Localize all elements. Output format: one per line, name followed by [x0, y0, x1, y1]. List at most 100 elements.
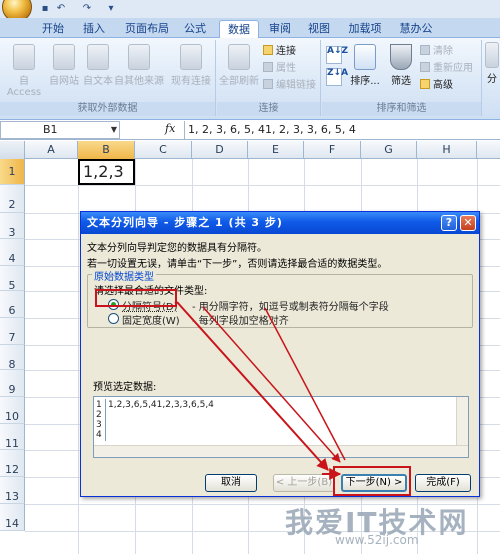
name-box-dropdown-icon[interactable]: ▼ — [111, 122, 117, 138]
preview-horizontal-scrollbar[interactable] — [94, 445, 468, 457]
tab-view[interactable]: 视图 — [306, 20, 332, 38]
radio-fixed-width[interactable] — [108, 313, 119, 324]
tab-review[interactable]: 审阅 — [267, 20, 293, 38]
close-button[interactable]: ✕ — [460, 215, 476, 231]
column-header[interactable]: A — [25, 141, 78, 159]
tab-page-layout[interactable]: 页面布局 — [122, 20, 172, 38]
ribbon-data: 自 Access 自网站 自文本 自其他来源 现有连接 获取外部数据 全部刷新 … — [0, 38, 500, 120]
text-to-columns-label: 分 — [487, 74, 497, 85]
row-header[interactable]: 11 — [0, 424, 25, 450]
group-get-external-data: 自 Access 自网站 自文本 自其他来源 现有连接 获取外部数据 — [0, 40, 216, 116]
from-web-button[interactable]: 自网站 — [46, 44, 82, 87]
annotation-box-next — [333, 466, 411, 496]
help-button[interactable]: ? — [441, 215, 457, 231]
data-preview[interactable]: 1 2 3 4 1,2,3,6,5,41,2,3,3,6,5,4 — [93, 396, 469, 458]
clear-icon — [420, 45, 430, 55]
row-header[interactable]: 2 — [0, 185, 25, 213]
from-text-label: 自文本 — [83, 76, 113, 87]
reapply-button[interactable]: 重新应用 — [420, 61, 473, 76]
formula-input[interactable]: 1, 2, 3, 6, 5, 41, 2, 3, 3, 6, 5, 4 — [184, 121, 500, 139]
tab-insert[interactable]: 插入 — [81, 20, 107, 38]
group-sort-filter: A↓Z Z↓A 排序... 筛选 清除 重新应用 高级 排序和筛选 — [322, 40, 482, 116]
advanced-button[interactable]: 高级 — [420, 78, 453, 93]
cell-b1[interactable]: 1,2,3 — [78, 159, 135, 185]
access-icon — [13, 44, 35, 70]
ribbon-tabs: 开始 插入 页面布局 公式 数据 审阅 视图 加载项 慧办公 — [0, 18, 500, 38]
preview-label: 预览选定数据: — [93, 382, 157, 393]
from-other-sources-label: 自其他来源 — [114, 76, 164, 87]
text-to-columns-icon — [485, 42, 499, 68]
properties-icon — [263, 62, 273, 72]
advanced-filter-icon — [420, 79, 430, 89]
tab-huibangong[interactable]: 慧办公 — [396, 20, 436, 38]
preview-vertical-scrollbar[interactable] — [456, 397, 468, 445]
row-header[interactable]: 5 — [0, 266, 25, 292]
customize-qat-icon[interactable]: ▾ — [104, 2, 118, 15]
tab-data[interactable]: 数据 — [219, 20, 259, 38]
row-header[interactable]: 9 — [0, 370, 25, 397]
row-header[interactable]: 6 — [0, 291, 25, 318]
dialog-message-1: 文本分列向导判定您的数据具有分隔符。 — [87, 243, 267, 254]
sort-ascending-button[interactable]: A↓Z — [326, 46, 348, 64]
sort-descending-button[interactable]: Z↓A — [326, 68, 348, 86]
row-header[interactable]: 12 — [0, 450, 25, 477]
sort-button[interactable]: 排序... — [346, 44, 384, 87]
row-header[interactable]: 13 — [0, 477, 25, 504]
from-other-sources-button[interactable]: 自其他来源 — [114, 44, 164, 87]
save-icon[interactable]: ▪ — [38, 2, 52, 15]
finish-button[interactable]: 完成(F) — [415, 474, 471, 492]
row-header[interactable]: 10 — [0, 397, 25, 424]
back-button[interactable]: < 上一步(B) — [273, 474, 335, 492]
group-label-sort-filter: 排序和筛选 — [322, 102, 481, 116]
column-header[interactable]: E — [248, 141, 304, 159]
watermark-url: www.52ij.com — [335, 533, 419, 547]
column-header[interactable]: G — [361, 141, 417, 159]
refresh-all-label: 全部刷新 — [219, 76, 259, 87]
row-header[interactable]: 4 — [0, 239, 25, 266]
existing-connections-button[interactable]: 现有连接 — [170, 44, 212, 87]
tab-home[interactable]: 开始 — [40, 20, 66, 38]
grid-line — [25, 185, 500, 186]
select-all-corner[interactable] — [0, 141, 25, 159]
group-connections: 全部刷新 连接 属性 编辑链接 连接 — [217, 40, 321, 116]
tab-addins[interactable]: 加载项 — [345, 20, 385, 38]
filter-button[interactable]: 筛选 — [384, 44, 418, 87]
preview-row-number: 1 — [96, 400, 102, 410]
tab-formulas[interactable]: 公式 — [182, 20, 208, 38]
insert-function-icon[interactable]: fx — [165, 122, 175, 135]
refresh-all-button[interactable]: 全部刷新 — [219, 44, 259, 87]
column-header[interactable]: D — [192, 141, 248, 159]
undo-icon[interactable]: ↶ — [54, 2, 68, 15]
row-header[interactable]: 3 — [0, 213, 25, 239]
name-box-value: B1 — [43, 123, 58, 136]
existing-connections-icon — [180, 44, 202, 70]
reapply-label: 重新应用 — [433, 63, 473, 74]
clear-button[interactable]: 清除 — [420, 44, 453, 59]
connections-button[interactable]: 连接 — [263, 44, 296, 59]
column-header[interactable]: F — [304, 141, 361, 159]
row-header[interactable]: 14 — [0, 504, 25, 531]
from-text-button[interactable]: 自文本 — [82, 44, 114, 87]
annotation-box-delimited — [95, 289, 177, 307]
edit-links-button[interactable]: 编辑链接 — [263, 78, 316, 93]
reapply-icon — [420, 62, 430, 72]
from-access-button[interactable]: 自 Access — [2, 44, 46, 98]
filter-funnel-icon — [390, 44, 412, 70]
properties-button[interactable]: 属性 — [263, 61, 296, 76]
redo-icon[interactable]: ↷ — [80, 2, 94, 15]
column-header[interactable]: B — [78, 141, 135, 159]
dialog-title: 文本分列向导 - 步骤之 1 (共 3 步) — [81, 212, 479, 234]
filter-label: 筛选 — [391, 76, 411, 87]
row-header[interactable]: 8 — [0, 345, 25, 371]
row-header[interactable]: 1 — [0, 159, 25, 185]
row-header[interactable]: 7 — [0, 318, 25, 345]
connections-label: 连接 — [276, 46, 296, 57]
cancel-button[interactable]: 取消 — [205, 474, 257, 492]
column-header[interactable]: C — [135, 141, 192, 159]
preview-row-number: 2 — [96, 410, 102, 420]
name-box[interactable]: B1 ▼ — [0, 121, 120, 139]
text-to-columns-button[interactable]: 分 — [484, 42, 500, 85]
option-fixed-label[interactable]: 固定宽度(W) — [122, 312, 180, 327]
refresh-icon — [228, 44, 250, 70]
column-header[interactable]: H — [417, 141, 477, 159]
